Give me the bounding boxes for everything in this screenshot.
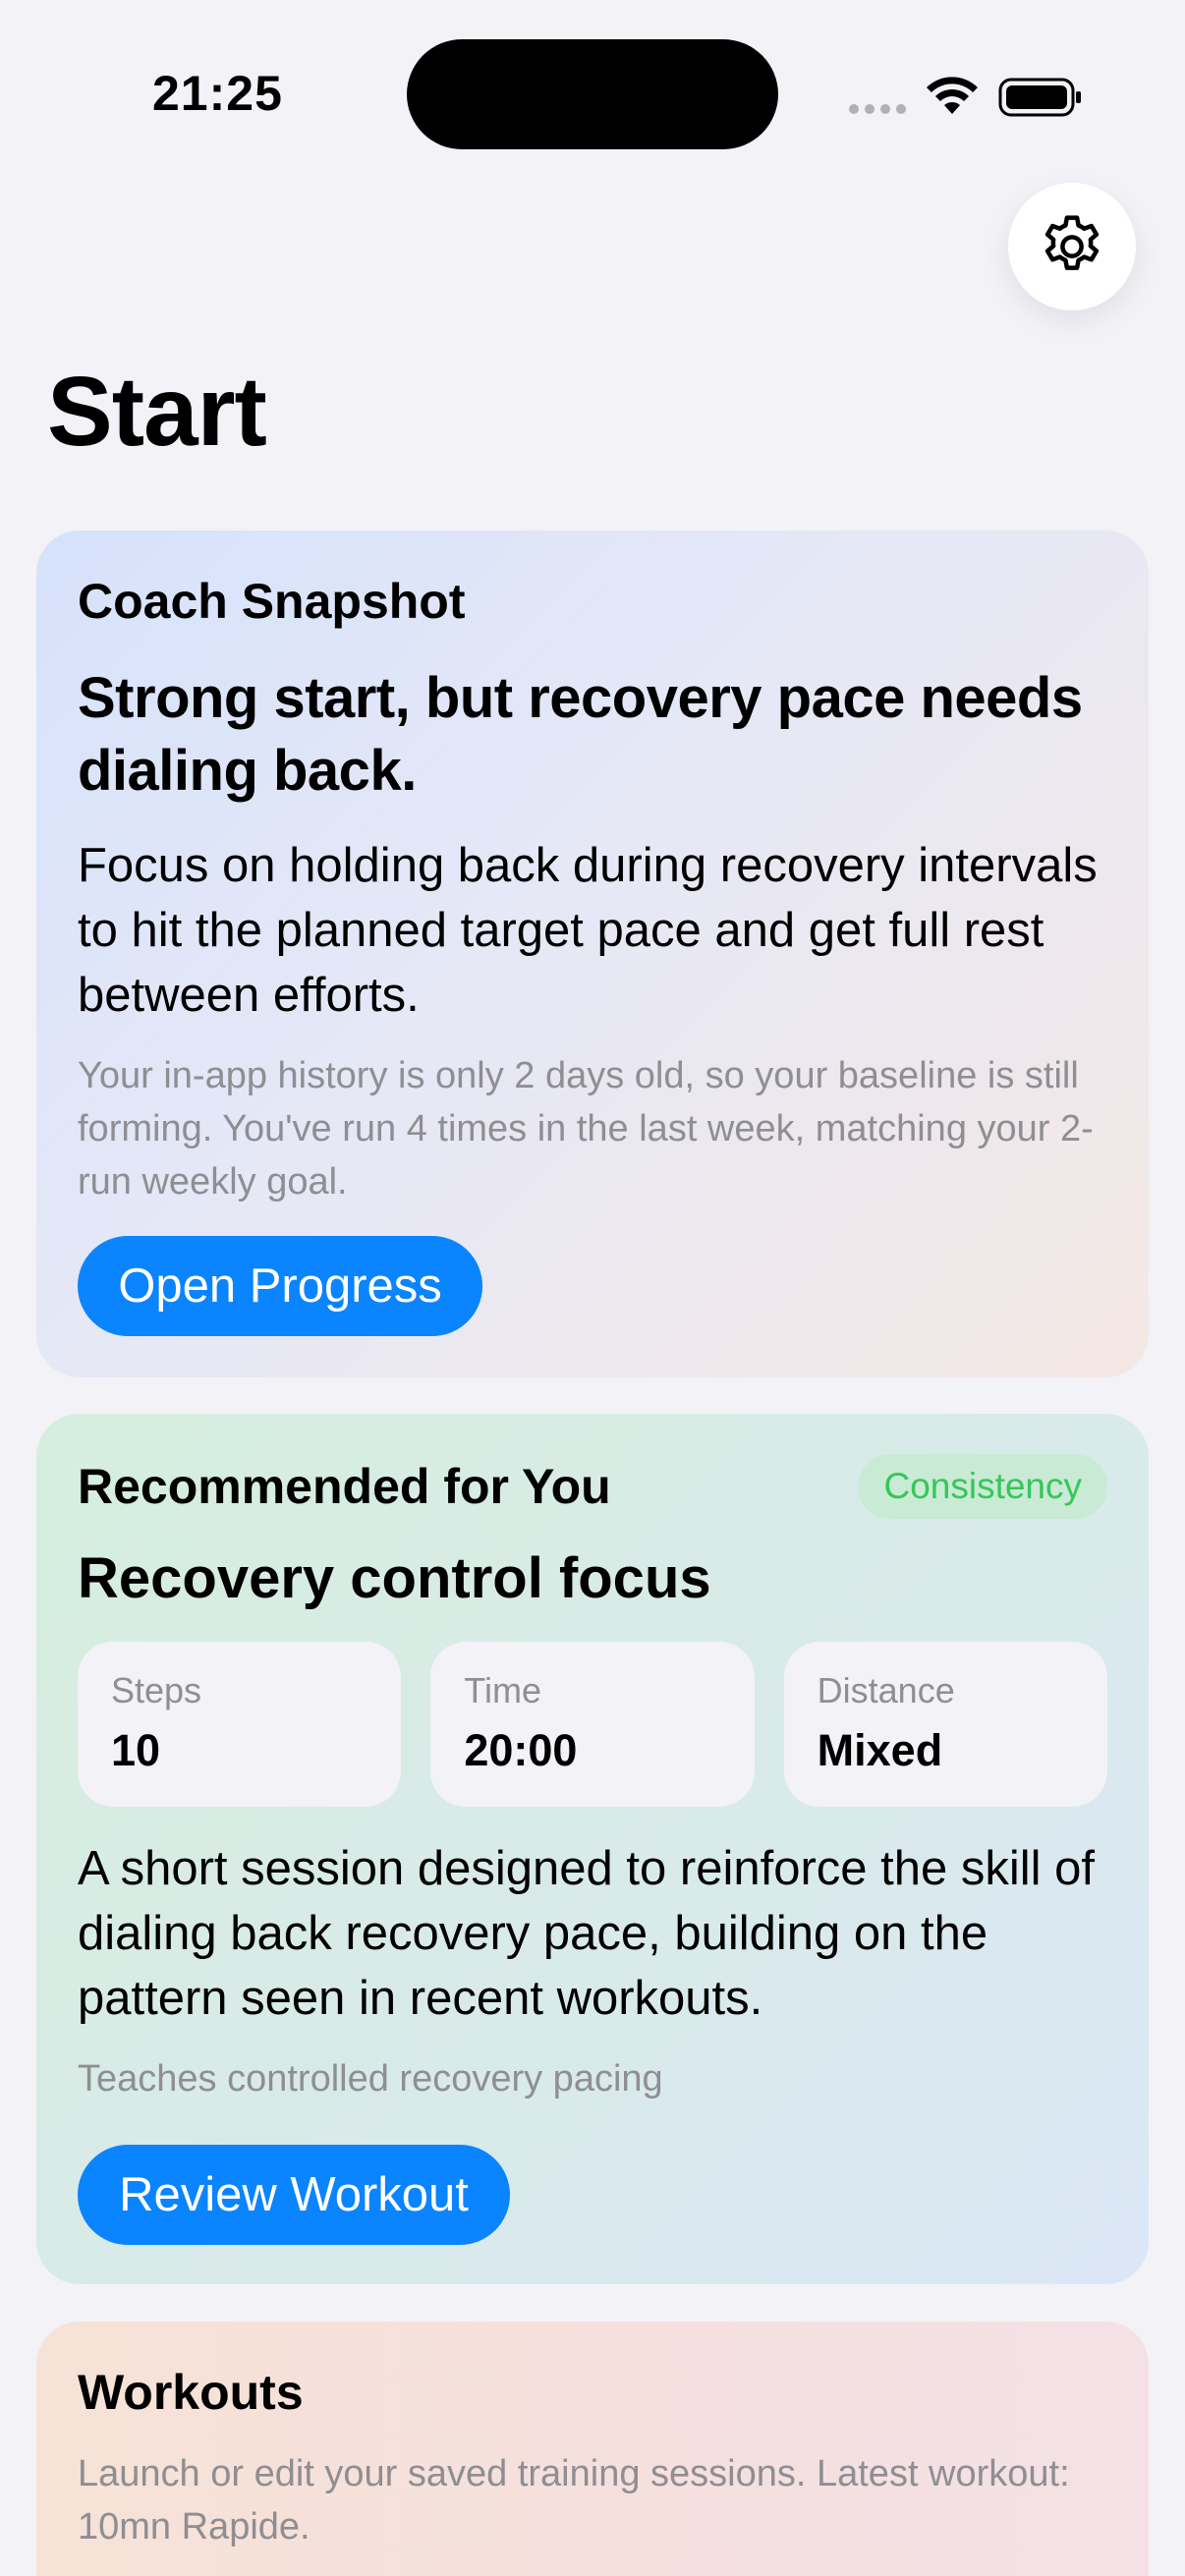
workouts-card[interactable]: Workouts Launch or edit your saved train…: [36, 2322, 1149, 2576]
battery-icon: [998, 78, 1081, 117]
wifi-icon: [927, 77, 978, 114]
recommended-body: A short session designed to reinforce th…: [78, 1842, 1096, 2025]
workouts-description: Launch or edit your saved training sessi…: [78, 2453, 1070, 2548]
settings-button[interactable]: [1008, 183, 1136, 310]
cellular-signal-icon: [849, 102, 908, 116]
metric-distance: Distance Mixed: [783, 1642, 1107, 1807]
dynamic-island: [407, 39, 778, 149]
metric-value: 20:00: [464, 1725, 578, 1775]
coach-card-heading: Coach Snapshot: [78, 574, 466, 629]
metric-label: Distance: [817, 1670, 955, 1710]
review-workout-button[interactable]: Review Workout: [78, 2145, 510, 2245]
page-title: Start: [47, 357, 267, 467]
metric-value: Mixed: [817, 1725, 943, 1775]
gear-icon: [1044, 215, 1100, 270]
recommended-note: Teaches controlled recovery pacing: [78, 2058, 663, 2100]
coach-headline: Strong start, but recovery pace needs di…: [78, 666, 1083, 803]
metric-time: Time 20:00: [430, 1642, 755, 1807]
recommended-header: Recommended for You Consistency: [78, 1454, 1107, 1519]
metric-label: Steps: [111, 1670, 202, 1710]
metric-value: 10: [111, 1725, 161, 1775]
category-badge: Consistency: [858, 1454, 1107, 1519]
workouts-heading: Workouts: [78, 2365, 304, 2420]
recommended-heading: Recommended for You: [78, 1459, 611, 1514]
status-time: 21:25: [152, 66, 283, 121]
start-screen: 21:25 Start Coach Snapshot Strong start,…: [0, 0, 1185, 2576]
metric-label: Time: [464, 1670, 541, 1710]
recommended-card: Recommended for You Consistency Recovery…: [36, 1414, 1149, 2284]
coach-snapshot-card: Coach Snapshot Strong start, but recover…: [36, 531, 1149, 1377]
recommended-workout-title: Recovery control focus: [78, 1546, 711, 1610]
metric-steps: Steps 10: [78, 1642, 402, 1807]
workout-metrics: Steps 10 Time 20:00 Distance Mixed: [78, 1642, 1107, 1807]
open-progress-button[interactable]: Open Progress: [78, 1236, 482, 1336]
coach-body: Focus on holding back during recovery in…: [78, 839, 1098, 1022]
coach-note: Your in-app history is only 2 days old, …: [78, 1055, 1094, 1203]
